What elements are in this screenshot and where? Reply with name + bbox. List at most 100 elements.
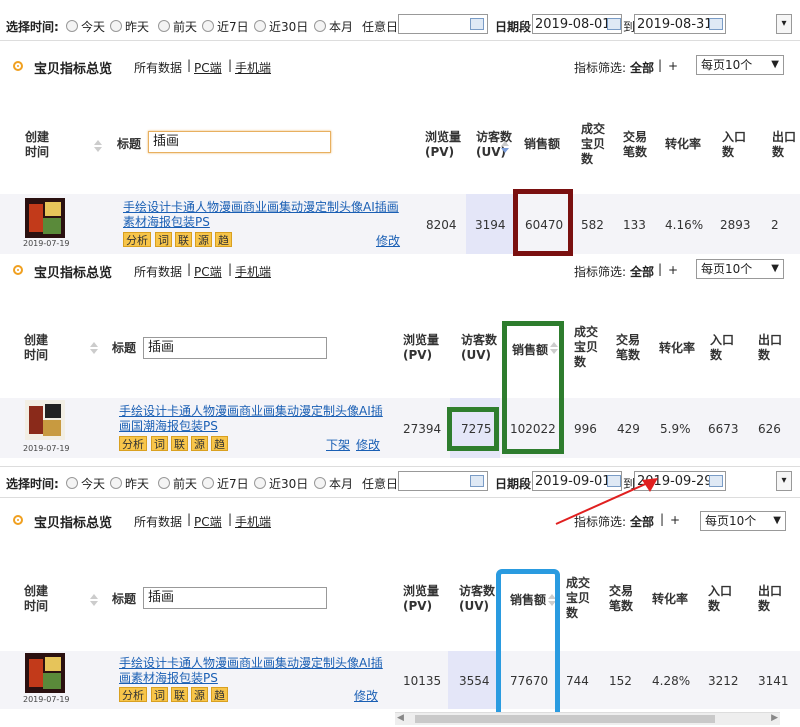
col-entry: 入口数 <box>722 130 747 159</box>
link-all-data[interactable]: 所有数据 <box>134 513 182 530</box>
take-down-link[interactable]: 下架 <box>326 436 350 453</box>
radio-last-7-days[interactable]: 近7日 <box>202 475 249 492</box>
link-all-data[interactable]: 所有数据 <box>134 59 182 76</box>
col-title: 标题 <box>117 137 142 151</box>
highlight-box-sales <box>513 189 573 256</box>
panel-title: 宝贝指标总览 <box>34 516 113 531</box>
tag-words[interactable]: 词 <box>151 436 168 451</box>
radio-yesterday[interactable]: 昨天 <box>110 18 149 35</box>
col-title: 标题 <box>112 592 137 606</box>
metric-filter-all[interactable]: 全部 <box>630 59 654 76</box>
tag-analyze[interactable]: 分析 <box>119 436 147 451</box>
product-thumbnail[interactable] <box>25 400 65 440</box>
tag-trend[interactable]: 趋 <box>211 687 228 702</box>
product-title-link[interactable]: 手绘设计卡通人物漫画商业画集动漫定制头像AI插画国潮海报包装PS <box>119 404 389 434</box>
date-filter-bar: 选择时间: 今天 昨天 前天 近7日 近30日 本月 任意日 日期段 2019-… <box>0 466 800 498</box>
tag-analyze[interactable]: 分析 <box>119 687 147 702</box>
table-row: 2019-07-19 手绘设计卡通人物漫画商业画集动漫定制头像AI插画素材海报包… <box>0 194 800 254</box>
col-uv: 访客数(UV) <box>461 333 498 362</box>
cell-trans: 133 <box>623 218 646 232</box>
separator: | <box>658 262 663 276</box>
col-created: 创建时间 <box>24 333 49 362</box>
chevron-down-icon[interactable]: ▾ <box>776 471 792 491</box>
title-search-input[interactable]: 插画 <box>143 337 327 359</box>
product-thumbnail[interactable] <box>25 653 65 693</box>
link-mobile[interactable]: 手机端 <box>235 513 271 530</box>
add-metric-button[interactable]: + <box>668 263 678 277</box>
filter-label: 选择时间: <box>6 477 59 491</box>
product-title-link[interactable]: 手绘设计卡通人物漫画商业画集动漫定制头像AI插画素材海报包装PS <box>119 656 389 686</box>
panel-title: 宝贝指标总览 <box>34 62 113 77</box>
edit-link[interactable]: 修改 <box>354 687 378 704</box>
tag-words[interactable]: 词 <box>155 232 172 247</box>
link-all-data[interactable]: 所有数据 <box>134 263 182 280</box>
add-metric-button[interactable]: + <box>670 513 680 527</box>
cell-pv: 8204 <box>426 218 457 232</box>
product-title-link[interactable]: 手绘设计卡通人物漫画商业画集动漫定制头像AI插画素材海报包装PS <box>123 200 405 230</box>
radio-last-30-days[interactable]: 近30日 <box>254 475 308 492</box>
scroll-right-icon[interactable]: ▶ <box>771 713 778 723</box>
cell-entry: 6673 <box>708 422 739 436</box>
title-search-input[interactable]: 插画 <box>148 131 331 153</box>
link-pc[interactable]: PC端 <box>194 513 222 530</box>
scrollbar-thumb[interactable] <box>415 715 715 723</box>
horizontal-scrollbar[interactable]: ◀ ▶ <box>395 712 780 725</box>
calendar-icon[interactable] <box>709 18 723 30</box>
tag-source[interactable]: 源 <box>191 687 208 702</box>
link-pc[interactable]: PC端 <box>194 263 222 280</box>
title-search-input[interactable]: 插画 <box>143 587 327 609</box>
page-size-select[interactable]: 每页10个 ▼ <box>700 511 786 531</box>
chevron-down-icon[interactable]: ▾ <box>776 14 792 34</box>
separator: | <box>228 512 233 526</box>
radio-today[interactable]: 今天 <box>66 18 105 35</box>
link-pc[interactable]: PC端 <box>194 59 222 76</box>
edit-link[interactable]: 修改 <box>356 436 380 453</box>
radio-this-month[interactable]: 本月 <box>314 475 353 492</box>
calendar-icon[interactable] <box>470 18 484 30</box>
radio-day-before[interactable]: 前天 <box>158 475 197 492</box>
product-thumbnail[interactable] <box>25 198 65 238</box>
col-sales: 销售额 <box>524 137 561 151</box>
link-mobile[interactable]: 手机端 <box>235 263 271 280</box>
tag-related[interactable]: 联 <box>171 687 188 702</box>
tag-source[interactable]: 源 <box>191 436 208 451</box>
tag-related[interactable]: 联 <box>171 436 188 451</box>
tag-analyze[interactable]: 分析 <box>123 232 151 247</box>
tag-trend[interactable]: 趋 <box>211 436 228 451</box>
col-trans: 交易笔数 <box>623 130 648 159</box>
cell-exit: 626 <box>758 422 781 436</box>
radio-last-30-days[interactable]: 近30日 <box>254 18 308 35</box>
radio-yesterday[interactable]: 昨天 <box>110 475 149 492</box>
calendar-icon[interactable] <box>709 475 723 487</box>
cell-exit: 2 <box>771 218 779 232</box>
scroll-left-icon[interactable]: ◀ <box>397 713 404 723</box>
page-size-select[interactable]: 每页10个 ▼ <box>696 55 784 75</box>
created-date: 2019-07-19 <box>23 444 70 453</box>
cell-orders: 996 <box>574 422 597 436</box>
add-metric-button[interactable]: + <box>668 59 678 73</box>
cell-trans: 429 <box>617 422 640 436</box>
chevron-down-icon: ▼ <box>771 59 779 70</box>
tag-source[interactable]: 源 <box>195 232 212 247</box>
col-orders: 成交宝贝数 <box>581 122 606 166</box>
calendar-icon[interactable] <box>607 18 621 30</box>
radio-today[interactable]: 今天 <box>66 475 105 492</box>
tag-words[interactable]: 词 <box>151 687 168 702</box>
calendar-icon[interactable] <box>470 475 484 487</box>
metric-filter-all[interactable]: 全部 <box>630 263 654 280</box>
panel-header: 宝贝指标总览 所有数据 | PC端 | 手机端 指标筛选: 全部 | + 每页1… <box>0 54 800 82</box>
radio-this-month[interactable]: 本月 <box>314 18 353 35</box>
panel-title: 宝贝指标总览 <box>34 266 113 281</box>
col-orders: 成交宝贝数 <box>574 325 599 369</box>
tag-trend[interactable]: 趋 <box>215 232 232 247</box>
radio-day-before[interactable]: 前天 <box>158 18 197 35</box>
col-uv: 访客数(UV) <box>459 584 496 613</box>
tag-group: 分析 词 联 源 趋 <box>123 232 243 248</box>
page-size-select[interactable]: 每页10个 ▼ <box>696 259 784 279</box>
radio-last-7-days[interactable]: 近7日 <box>202 18 249 35</box>
tag-related[interactable]: 联 <box>175 232 192 247</box>
col-conv: 转化率 <box>652 592 689 606</box>
link-mobile[interactable]: 手机端 <box>235 59 271 76</box>
edit-link[interactable]: 修改 <box>376 232 400 249</box>
col-entry: 入口数 <box>708 584 733 613</box>
